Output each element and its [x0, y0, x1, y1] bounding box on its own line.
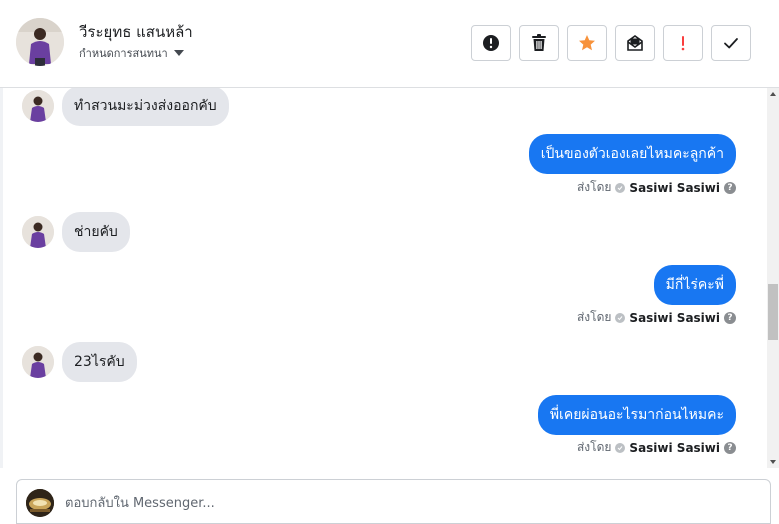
- contact-avatar[interactable]: [16, 18, 64, 66]
- outgoing-message-bubble: มีกี่ไร่คะพี่: [653, 265, 736, 305]
- contact-avatar-small: [22, 346, 54, 378]
- envelope-open-icon: [627, 35, 643, 51]
- sender-name: Sasiwi Sasiwi: [629, 310, 720, 325]
- scroll-up-arrow-icon[interactable]: [770, 92, 776, 96]
- check-icon: [724, 38, 738, 49]
- reply-composer: [16, 479, 771, 524]
- mark-unread-button[interactable]: [615, 25, 655, 61]
- message-bubble: ช่ายคับ: [62, 212, 130, 252]
- header-actions: [471, 25, 751, 61]
- help-question-icon[interactable]: ?: [724, 181, 736, 194]
- help-question-icon[interactable]: ?: [724, 441, 736, 454]
- exclamation-icon: [681, 36, 685, 51]
- assign-label: กำหนดการสนทนา: [79, 47, 168, 60]
- delete-button[interactable]: [519, 25, 559, 61]
- message-bubble: 23ไรคับ: [62, 342, 137, 382]
- outgoing-message-bubble: พี่เคยผ่อนอะไรมาก่อนไหมคะ: [537, 395, 736, 435]
- verified-check-icon: [615, 182, 626, 193]
- scroll-down-arrow-icon[interactable]: [770, 460, 776, 464]
- sent-by-info: ส่งโดย Sasiwi Sasiwi ?: [577, 178, 736, 197]
- message-thread[interactable]: ทำสวนมะม่วงส่งออกคับ เป็นของตัวเองเลยไหม…: [0, 88, 768, 468]
- contact-avatar-small: [22, 216, 54, 248]
- incoming-message: 23ไรคับ: [22, 342, 137, 382]
- help-question-icon[interactable]: ?: [724, 311, 736, 324]
- verified-check-icon: [615, 442, 626, 453]
- assign-conversation-dropdown[interactable]: กำหนดการสนทนา: [79, 44, 184, 62]
- contact-name[interactable]: วีระยุทธ แสนหล้า: [79, 20, 193, 44]
- incoming-message: ช่ายคับ: [22, 212, 130, 252]
- done-button[interactable]: [711, 25, 751, 61]
- sent-by-label: ส่งโดย: [576, 440, 612, 454]
- scroll-thumb[interactable]: [768, 284, 778, 340]
- star-icon: [579, 35, 595, 51]
- follow-up-button[interactable]: [663, 25, 703, 61]
- message-bubble: ทำสวนมะม่วงส่งออกคับ: [62, 88, 229, 126]
- verified-check-icon: [615, 312, 626, 323]
- incoming-message: ทำสวนมะม่วงส่งออกคับ: [22, 88, 229, 126]
- alert-circle-icon: [483, 35, 499, 51]
- sent-by-label: ส่งโดย: [576, 310, 612, 324]
- sender-name: Sasiwi Sasiwi: [629, 180, 720, 195]
- trash-icon: [532, 34, 546, 51]
- spam-button[interactable]: [471, 25, 511, 61]
- star-button[interactable]: [567, 25, 607, 61]
- caret-down-icon: [173, 50, 184, 56]
- conversation-header: วีระยุทธ แสนหล้า กำหนดการสนทนา: [0, 0, 779, 88]
- page-avatar: [26, 489, 54, 517]
- sender-name: Sasiwi Sasiwi: [629, 440, 720, 455]
- sent-by-label: ส่งโดย: [576, 180, 612, 194]
- reply-input[interactable]: [65, 493, 755, 513]
- sent-by-info: ส่งโดย Sasiwi Sasiwi ?: [577, 438, 736, 457]
- sent-by-info: ส่งโดย Sasiwi Sasiwi ?: [577, 308, 736, 327]
- contact-avatar-small: [22, 90, 54, 122]
- outgoing-message-bubble: เป็นของตัวเองเลยไหมคะลูกค้า: [528, 134, 736, 174]
- thread-scrollbar[interactable]: [767, 88, 779, 468]
